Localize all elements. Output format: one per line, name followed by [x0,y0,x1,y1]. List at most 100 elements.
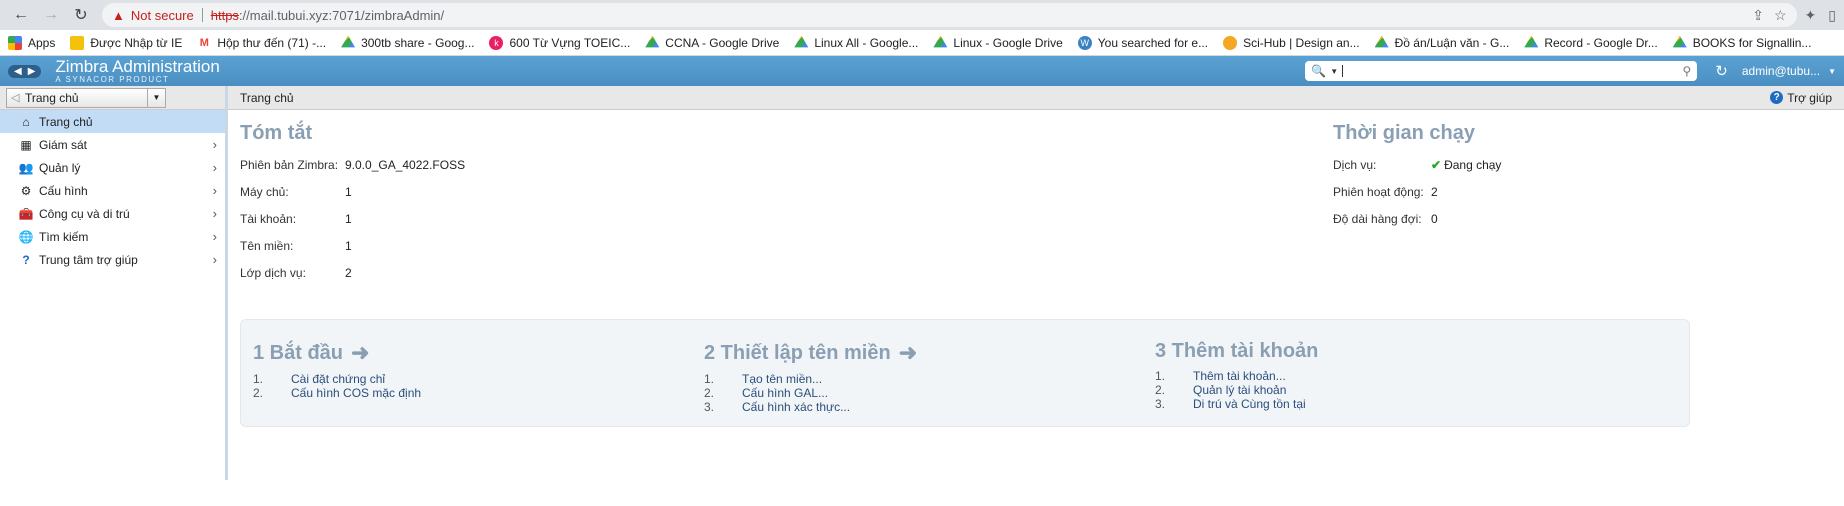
share-icon[interactable]: ⇪ [1752,7,1764,24]
bookmark-label: Record - Google Dr... [1544,35,1658,50]
bookmark-item[interactable]: Apps [8,35,55,50]
step-link[interactable]: Cài đặt chứng chỉ [291,372,385,386]
step-item[interactable]: 3. Cấu hình xác thực... [704,400,917,414]
forward-icon[interactable]: → [38,2,64,28]
step-link[interactable]: Cấu hình GAL... [742,386,828,400]
search-box[interactable]: 🔍 ▼ ⚲ [1305,61,1698,81]
bookmark-label: Linux - Google Drive [953,35,1063,50]
main-content: Trang chủ ? Trợ giúp Tóm tắt Phiên bản Z… [228,86,1844,480]
user-menu[interactable]: admin@tubu... [1742,64,1820,78]
bookmark-label: Được Nhập từ IE [90,35,183,50]
nav-select-value: Trang chủ [25,90,79,105]
info-value: 0 [1431,211,1438,226]
chevron-down-icon[interactable]: ▼ [147,88,165,107]
step-item[interactable]: 1. Cài đặt chứng chỉ [253,372,421,386]
info-key: Lớp dịch vụ: [240,265,306,280]
step-link[interactable]: Quản lý tài khoản [1193,383,1286,397]
sidebar-item-label: Giám sát [39,137,88,152]
sidebar-item-7[interactable]: ? Trung tâm trợ giúp › [0,248,225,271]
info-key: Phiên hoạt động: [1333,184,1424,199]
history-back-icon[interactable]: ◀ [11,66,25,77]
bookmark-item[interactable]: BOOKS for Signallin... [1672,35,1811,50]
step-link[interactable]: Thêm tài khoản... [1193,369,1286,383]
help-button[interactable]: ? Trợ giúp [1770,91,1832,105]
step-item[interactable]: 3. Di trú và Cùng tồn tại [1155,397,1318,411]
step-item[interactable]: 2. Cấu hình GAL... [704,386,917,400]
sidebar-toggle-icon[interactable]: ▯ [1828,7,1836,24]
sidebar-item-1[interactable]: ⌂ Trang chủ [0,110,225,133]
not-secure-label[interactable]: Not secure [131,8,194,23]
bookmark-item[interactable]: Được Nhập từ IE [70,35,183,50]
step-title-text: 3 Thêm tài khoản [1155,340,1319,362]
monitor-icon: ▦ [20,137,32,152]
info-key: Tài khoản: [240,211,297,226]
sidebar-item-3[interactable]: 👥 Quản lý › [0,156,225,179]
info-value: 2 [345,265,352,280]
chevron-down-icon[interactable]: ▼ [1330,67,1338,76]
star-icon[interactable]: ☆ [1774,7,1787,24]
extensions-icon[interactable]: ✦ [1805,7,1817,24]
info-row: Độ dài hàng đợi: 0 [1333,205,1501,232]
drive-icon [1524,35,1539,48]
bookmark-item[interactable]: Linux - Google Drive [933,35,1063,50]
step-card: 3 Thêm tài khoản 1. Thêm tài khoản... 2. Quả… [1155,340,1318,411]
step-link[interactable]: Tạo tên miền... [742,372,822,386]
back-icon[interactable]: ← [8,2,34,28]
info-value: 1 [345,238,352,253]
info-value: 1 [345,184,352,199]
info-value: 9.0.0_GA_4022.FOSS [345,157,466,172]
apps-icon [8,35,22,50]
step-number: 1. [1155,369,1166,383]
bookmark-item[interactable]: CCNA - Google Drive [645,35,779,50]
content-header: Trang chủ ? Trợ giúp [228,86,1844,110]
step-link[interactable]: Cấu hình COS mặc định [291,386,421,400]
sidebar-item-6[interactable]: 🌐 Tìm kiếm › [0,225,225,248]
chevron-right-icon: › [212,183,217,198]
step-item[interactable]: 1. Tạo tên miền... [704,372,917,386]
step-list: 1. Thêm tài khoản... 2. Quản lý tài khoản 3.… [1155,369,1318,411]
address-bar[interactable]: ▲ Not secure https://mail.tubui.xyz:7071… [102,3,1797,27]
search-icon[interactable]: ⚲ [1682,64,1691,78]
bookmark-item[interactable]: Linux All - Google... [794,35,919,50]
sidebar: ◁ Trang chủ ▼ ⌂ Trang chủ ▦ Giám sát › 👥 Quản … [0,86,228,480]
sidebar-item-5[interactable]: 🧰 Công cụ và di trú › [0,202,225,225]
nav-select[interactable]: ◁ Trang chủ ▼ [6,87,166,108]
step-link[interactable]: Cấu hình xác thực... [742,400,850,414]
step-item[interactable]: 2. Cấu hình COS mặc định [253,386,421,400]
step-link[interactable]: Di trú và Cùng tồn tại [1193,397,1306,411]
bookmark-item[interactable]: W You searched for e... [1077,35,1208,50]
step-number: 2. [253,386,264,400]
search-scope-icon[interactable]: 🔍 [1311,64,1326,78]
sidebar-item-4[interactable]: ⚙ Cấu hình › [0,179,225,202]
bookmark-item[interactable]: k 600 Từ Vựng TOEIC... [489,35,630,50]
drive-icon [341,35,356,48]
sidebar-item-label: Trang chủ [39,114,93,129]
check-icon: ✔ [1431,157,1442,172]
sidebar-item-label: Trung tâm trợ giúp [39,252,138,267]
bookmark-item[interactable]: Record - Google Dr... [1524,35,1658,50]
sidebar-item-2[interactable]: ▦ Giám sát › [0,133,225,156]
history-forward-icon[interactable]: ▶ [25,66,39,77]
chevron-down-icon[interactable]: ▼ [1828,67,1836,76]
bookmark-item[interactable]: M Hộp thư đến (71) -... [197,35,326,50]
text-caret [1342,65,1344,77]
reload-icon[interactable]: ↻ [68,2,94,28]
step-title: 2 Thiết lập tên miền ➜ [704,340,917,366]
refresh-icon[interactable]: ↻ [1715,62,1728,80]
runtime-title: Thời gian chạy [1333,122,1476,144]
step-number: 2. [704,386,715,400]
browser-toolbar: ← → ↻ ▲ Not secure https://mail.tubui.xy… [0,0,1844,30]
arrow-right-icon: ➜ [351,340,370,365]
bookmark-label: Linux All - Google... [814,35,919,50]
sidebar-header: ◁ Trang chủ ▼ [0,86,225,110]
chevron-right-icon: › [212,229,217,244]
bookmark-item[interactable]: Sci-Hub | Design an... [1223,35,1360,50]
step-item[interactable]: 1. Thêm tài khoản... [1155,369,1318,383]
app-logo: Zimbra Administration A SYNACOR PRODUCT [55,58,219,84]
bookmark-item[interactable]: Đồ án/Luận văn - G... [1374,35,1509,50]
url-text[interactable]: https://mail.tubui.xyz:7071/zimbraAdmin/ [211,8,444,23]
info-value: 2 [1431,184,1438,199]
step-item[interactable]: 2. Quản lý tài khoản [1155,383,1318,397]
bookmark-item[interactable]: 300tb share - Goog... [341,35,474,50]
step-title: 1 Bắt đầu ➜ [253,340,421,366]
